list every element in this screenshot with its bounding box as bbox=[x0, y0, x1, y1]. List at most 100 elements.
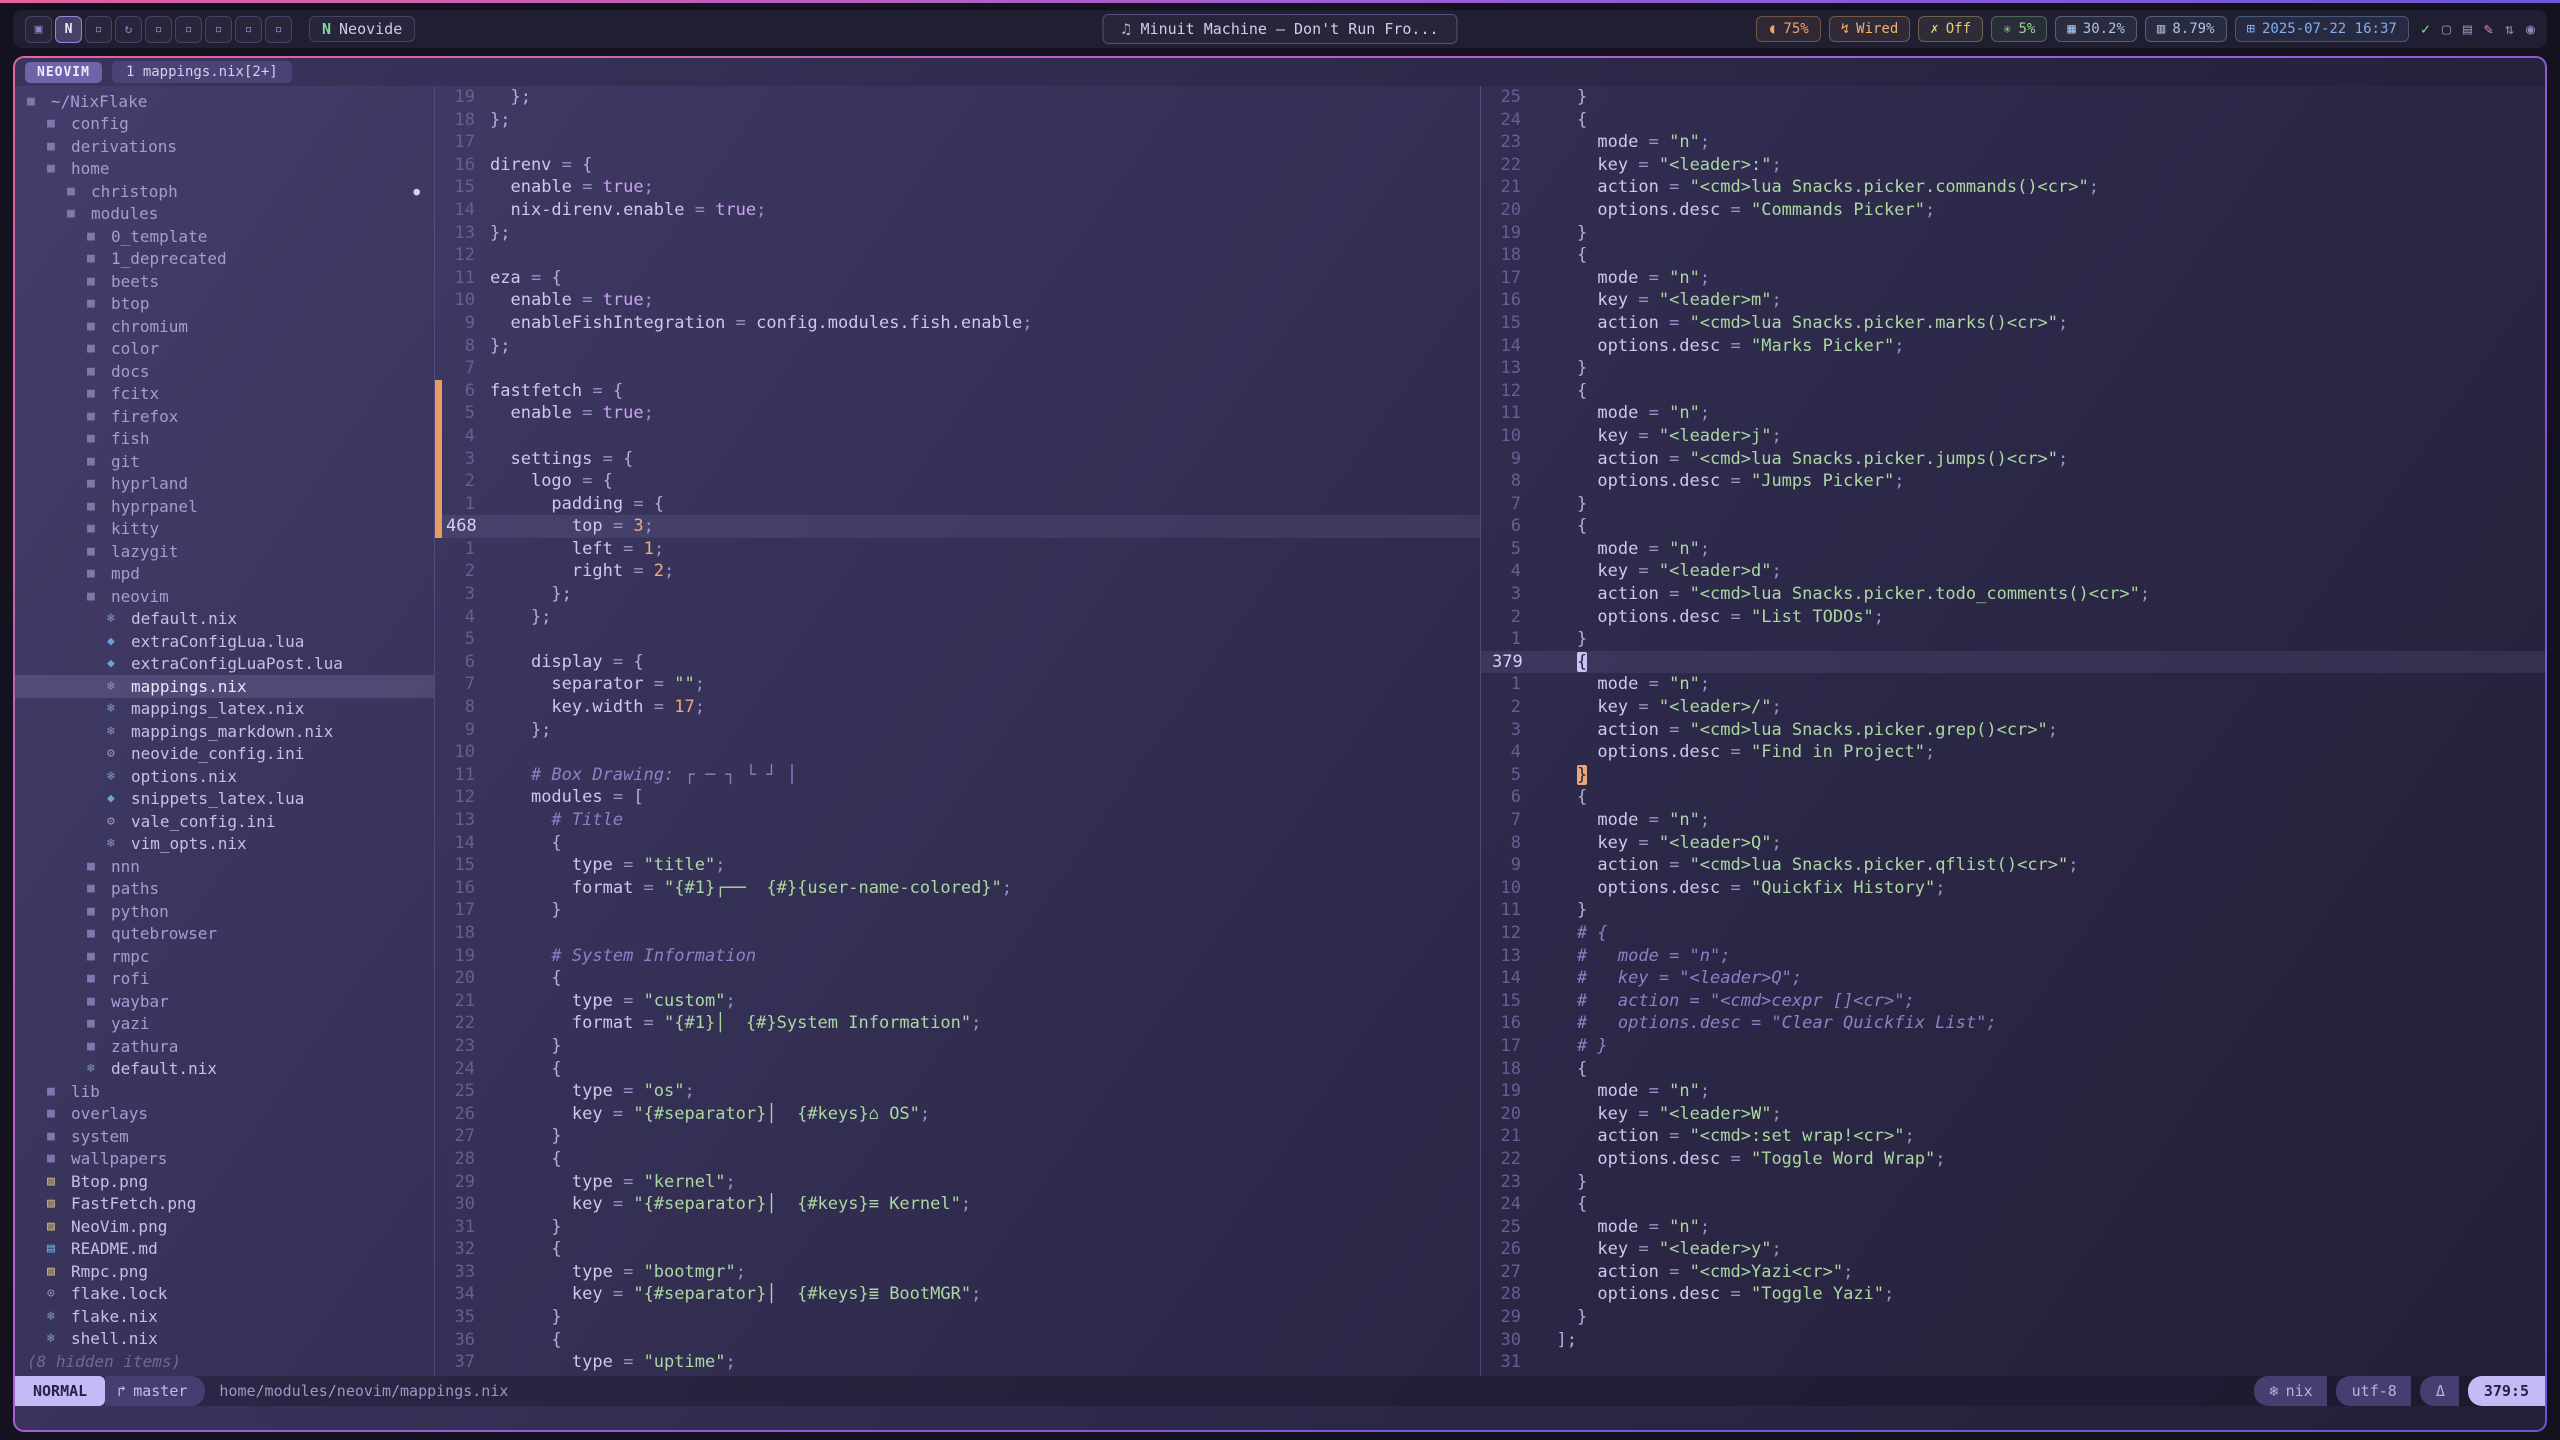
tree-item-hyprpanel[interactable]: ■hyprpanel bbox=[15, 495, 434, 518]
code-line[interactable]: 9 enableFishIntegration = config.modules… bbox=[435, 312, 1480, 335]
tree-item-yazi[interactable]: ■yazi bbox=[15, 1013, 434, 1036]
code-line[interactable]: 24 { bbox=[1481, 109, 2545, 132]
code-line[interactable]: 30 key = "{#separator}│ {#keys}≡ Kernel"… bbox=[435, 1193, 1480, 1216]
code-line[interactable]: 15 action = "<cmd>lua Snacks.picker.mark… bbox=[1481, 312, 2545, 335]
code-line[interactable]: 25 mode = "n"; bbox=[1481, 1216, 2545, 1239]
code-line[interactable]: 27 action = "<cmd>Yazi<cr>"; bbox=[1481, 1261, 2545, 1284]
tree-item-vale_config.ini[interactable]: ⚙vale_config.ini bbox=[15, 810, 434, 833]
code-line[interactable]: 8 key = "<leader>Q"; bbox=[1481, 832, 2545, 855]
status-check-icon[interactable]: ✓ bbox=[2421, 20, 2430, 38]
tree-item-color[interactable]: ■color bbox=[15, 338, 434, 361]
code-line[interactable]: 25 } bbox=[1481, 86, 2545, 109]
code-line[interactable]: 16 # options.desc = "Clear Quickfix List… bbox=[1481, 1012, 2545, 1035]
display-icon[interactable]: ▢ bbox=[2442, 20, 2451, 38]
editor-pane-left[interactable]: 19 };18};1716direnv = {15 enable = true;… bbox=[435, 86, 1481, 1376]
tree-item-docs[interactable]: ■docs bbox=[15, 360, 434, 383]
network-widget[interactable]: ↯Wired bbox=[1829, 16, 1911, 42]
notification-bell-icon[interactable]: ◉ bbox=[2526, 20, 2535, 38]
code-line[interactable]: 8}; bbox=[435, 335, 1480, 358]
tree-item-neovim[interactable]: ■neovim bbox=[15, 585, 434, 608]
code-line[interactable]: 10 enable = true; bbox=[435, 289, 1480, 312]
code-line[interactable]: 13 # mode = "n"; bbox=[1481, 945, 2545, 968]
code-line[interactable]: 19 # System Information bbox=[435, 945, 1480, 968]
tree-item-system[interactable]: ■system bbox=[15, 1125, 434, 1148]
code-line[interactable]: 13}; bbox=[435, 222, 1480, 245]
code-line[interactable]: 6 { bbox=[1481, 515, 2545, 538]
tree-item-overlays[interactable]: ■overlays bbox=[15, 1103, 434, 1126]
code-line[interactable]: 17 bbox=[435, 131, 1480, 154]
tree-item-Rmpc.png[interactable]: ▨Rmpc.png bbox=[15, 1260, 434, 1283]
code-line[interactable]: 3 action = "<cmd>lua Snacks.picker.grep(… bbox=[1481, 719, 2545, 742]
code-line[interactable]: 468 top = 3; bbox=[435, 515, 1480, 538]
code-line[interactable]: 23 } bbox=[435, 1035, 1480, 1058]
code-line[interactable]: 14 # key = "<leader>Q"; bbox=[1481, 967, 2545, 990]
tree-item-0_template[interactable]: ■0_template bbox=[15, 225, 434, 248]
bluetooth-widget[interactable]: ✗Off bbox=[1918, 16, 1983, 42]
code-line[interactable]: 4 key = "<leader>d"; bbox=[1481, 560, 2545, 583]
code-line[interactable]: 21 action = "<cmd>:set wrap!<cr>"; bbox=[1481, 1125, 2545, 1148]
code-line[interactable]: 7 bbox=[435, 357, 1480, 380]
workspace-4-button[interactable]: ↻ bbox=[115, 16, 142, 43]
code-line[interactable]: 15 type = "title"; bbox=[435, 854, 1480, 877]
code-line[interactable]: 23 } bbox=[1481, 1171, 2545, 1194]
cpu-widget[interactable]: ▥8.79% bbox=[2145, 16, 2227, 42]
tree-item-derivations[interactable]: ■derivations bbox=[15, 135, 434, 158]
code-line[interactable]: 12 modules = [ bbox=[435, 786, 1480, 809]
code-line[interactable]: 36 { bbox=[435, 1329, 1480, 1352]
tree-item-mappings_markdown.nix[interactable]: ❄mappings_markdown.nix bbox=[15, 720, 434, 743]
tree-item-fish[interactable]: ■fish bbox=[15, 428, 434, 451]
tree-item-git[interactable]: ■git bbox=[15, 450, 434, 473]
code-line[interactable]: 18 bbox=[435, 922, 1480, 945]
tree-item-firefox[interactable]: ■firefox bbox=[15, 405, 434, 428]
tree-item-home[interactable]: ■home bbox=[15, 158, 434, 181]
tree-item-beets[interactable]: ■beets bbox=[15, 270, 434, 293]
code-line[interactable]: 7 } bbox=[1481, 493, 2545, 516]
tree-item-snippets_latex.lua[interactable]: ◆snippets_latex.lua bbox=[15, 788, 434, 811]
code-line[interactable]: 11 } bbox=[1481, 899, 2545, 922]
code-line[interactable]: 21 type = "custom"; bbox=[435, 990, 1480, 1013]
tree-item-neovide_config.ini[interactable]: ⚙neovide_config.ini bbox=[15, 743, 434, 766]
code-line[interactable]: 1 mode = "n"; bbox=[1481, 673, 2545, 696]
tree-item-config[interactable]: ■config bbox=[15, 113, 434, 136]
tree-item-modules[interactable]: ■modules bbox=[15, 203, 434, 226]
code-line[interactable]: 18}; bbox=[435, 109, 1480, 132]
code-line[interactable]: 21 action = "<cmd>lua Snacks.picker.comm… bbox=[1481, 176, 2545, 199]
tree-item-btop[interactable]: ■btop bbox=[15, 293, 434, 316]
code-line[interactable]: 18 { bbox=[1481, 244, 2545, 267]
code-line[interactable]: 7 separator = ""; bbox=[435, 673, 1480, 696]
code-line[interactable]: 12 { bbox=[1481, 380, 2545, 403]
code-line[interactable]: 5 enable = true; bbox=[435, 402, 1480, 425]
tree-item-Btop.png[interactable]: ▨Btop.png bbox=[15, 1170, 434, 1193]
code-line[interactable]: 7 mode = "n"; bbox=[1481, 809, 2545, 832]
code-line[interactable]: 23 mode = "n"; bbox=[1481, 131, 2545, 154]
code-line[interactable]: 5 mode = "n"; bbox=[1481, 538, 2545, 561]
workspace-2-button[interactable]: N bbox=[55, 16, 82, 43]
code-line[interactable]: 22 format = "{#1}│ {#}System Information… bbox=[435, 1012, 1480, 1035]
tree-item-lib[interactable]: ■lib bbox=[15, 1080, 434, 1103]
code-line[interactable]: 8 key.width = 17; bbox=[435, 696, 1480, 719]
code-line[interactable]: 15 enable = true; bbox=[435, 176, 1480, 199]
code-line[interactable]: 4 }; bbox=[435, 606, 1480, 629]
code-line[interactable]: 1 } bbox=[1481, 628, 2545, 651]
tree-item-FastFetch.png[interactable]: ▨FastFetch.png bbox=[15, 1193, 434, 1216]
tree-item-waybar[interactable]: ■waybar bbox=[15, 990, 434, 1013]
code-line[interactable]: 20 { bbox=[435, 967, 1480, 990]
code-line[interactable]: 4 options.desc = "Find in Project"; bbox=[1481, 741, 2545, 764]
code-line[interactable]: 28 { bbox=[435, 1148, 1480, 1171]
code-line[interactable]: 19 } bbox=[1481, 222, 2545, 245]
code-line[interactable]: 14 { bbox=[435, 832, 1480, 855]
code-line[interactable]: 5 } bbox=[1481, 764, 2545, 787]
code-line[interactable]: 26 key = "<leader>y"; bbox=[1481, 1238, 2545, 1261]
code-line[interactable]: 6fastfetch = { bbox=[435, 380, 1480, 403]
file-tree[interactable]: ■~/NixFlake■config■derivations■home■chri… bbox=[15, 86, 435, 1376]
code-line[interactable]: 9 }; bbox=[435, 719, 1480, 742]
tree-item-options.nix[interactable]: ❄options.nix bbox=[15, 765, 434, 788]
code-line[interactable]: 37 type = "uptime"; bbox=[435, 1351, 1480, 1374]
volume-widget[interactable]: ◖75% bbox=[1756, 16, 1821, 42]
code-line[interactable]: 9 action = "<cmd>lua Snacks.picker.qflis… bbox=[1481, 854, 2545, 877]
code-line[interactable]: 25 type = "os"; bbox=[435, 1080, 1480, 1103]
code-line[interactable]: 9 action = "<cmd>lua Snacks.picker.jumps… bbox=[1481, 448, 2545, 471]
editor-pane-right[interactable]: 25 }24 {23 mode = "n";22 key = "<leader>… bbox=[1481, 86, 2545, 1376]
code-line[interactable]: 27 } bbox=[435, 1125, 1480, 1148]
layout-toggle-icon[interactable]: ⇅ bbox=[2505, 20, 2514, 38]
